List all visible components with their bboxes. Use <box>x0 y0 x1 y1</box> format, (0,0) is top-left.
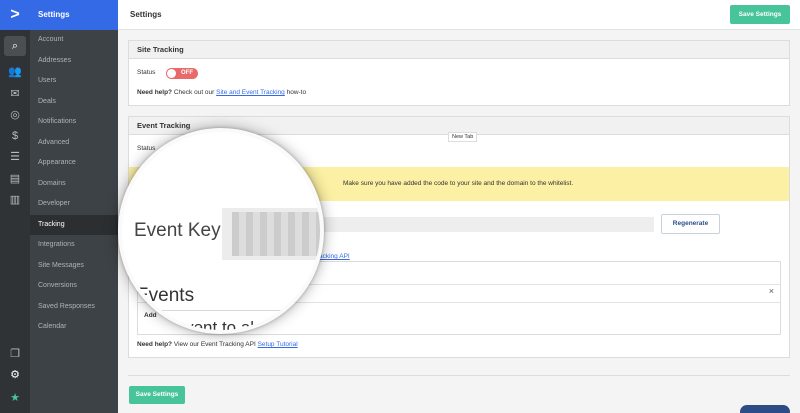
magnifier-overlay: Event Key Events an event to al <box>118 128 324 334</box>
automation-icon[interactable]: ◎ <box>0 105 30 125</box>
top-bar: Settings Save Settings <box>118 0 800 30</box>
status-label: Status <box>137 69 156 76</box>
event-key-field <box>324 217 654 232</box>
contacts-icon[interactable]: 👥 <box>0 62 30 82</box>
save-settings-button-bottom[interactable]: Save Settings <box>129 386 185 404</box>
star-icon[interactable]: ★ <box>0 388 30 408</box>
sidebar-item-advanced[interactable]: Advanced <box>30 133 118 154</box>
sidebar-item-deals[interactable]: Deals <box>30 92 118 113</box>
events-label: Events <box>136 285 195 306</box>
sidebar-item-addresses[interactable]: Addresses <box>30 51 118 72</box>
sidebar-item-users[interactable]: Users <box>30 71 118 92</box>
icon-rail: > ⌕ 👥 ✉ ◎ $ ☰ ▤ ▥ ❐ ⚙ ★ <box>0 0 30 413</box>
new-tab-tooltip: New Tab <box>448 132 478 142</box>
sidebar-item-saved-responses[interactable]: Saved Responses <box>30 297 118 318</box>
sidebar-header: Settings <box>30 0 118 30</box>
help-suffix: how-to <box>284 89 307 96</box>
sidebar-item-notifications[interactable]: Notifications <box>30 112 118 133</box>
search-icon[interactable]: ⌕ <box>4 36 26 56</box>
sidebar-item-appearance[interactable]: Appearance <box>30 153 118 174</box>
pages-icon[interactable]: ❐ <box>0 344 30 364</box>
help-text: Check out our <box>172 89 217 96</box>
forms-icon[interactable]: ▤ <box>0 169 30 189</box>
setup-tutorial-link[interactable]: Setup Tutorial <box>258 341 298 348</box>
regenerate-button[interactable]: Regenerate <box>661 214 720 234</box>
help-text: View our Event Tracking API <box>172 341 258 348</box>
sidebar-item-account[interactable]: Account <box>30 30 118 51</box>
status-label: Status <box>137 145 156 152</box>
sidebar-item-developer[interactable]: Developer <box>30 194 118 215</box>
site-tracking-help: Need help? Check out our Site and Event … <box>137 89 306 96</box>
event-tracking-api-link[interactable]: acking API <box>319 253 350 260</box>
list-icon[interactable]: ☰ <box>0 147 30 167</box>
settings-sidebar: Settings Account Addresses Users Deals N… <box>30 0 118 413</box>
site-tracking-toggle[interactable]: OFF <box>166 68 198 79</box>
footer-divider <box>128 375 790 376</box>
page-title: Settings <box>130 10 162 19</box>
site-tracking-panel: Site Tracking Status OFF Need help? Chec… <box>128 40 790 106</box>
sidebar-item-conversions[interactable]: Conversions <box>30 276 118 297</box>
reports-icon[interactable]: ▥ <box>0 190 30 210</box>
sidebar-item-integrations[interactable]: Integrations <box>30 235 118 256</box>
blurred-event-key <box>232 212 320 256</box>
events-divider-zoomed <box>122 310 320 311</box>
event-key-label: Event Key <box>134 220 221 241</box>
sidebar-item-domains[interactable]: Domains <box>30 174 118 195</box>
toggle-knob <box>167 69 176 78</box>
site-event-tracking-link[interactable]: Site and Event Tracking <box>216 89 285 96</box>
close-icon[interactable]: × <box>769 286 774 296</box>
sidebar-item-site-messages[interactable]: Site Messages <box>30 256 118 277</box>
sidebar-item-tracking[interactable]: Tracking <box>30 214 118 235</box>
save-settings-button[interactable]: Save Settings <box>730 5 790 24</box>
dollar-icon[interactable]: $ <box>0 126 30 146</box>
chat-widget[interactable] <box>740 405 790 413</box>
help-bold: Need help? <box>137 341 173 348</box>
sidebar-item-calendar[interactable]: Calendar <box>30 317 118 338</box>
gear-icon[interactable]: ⚙ <box>0 365 30 385</box>
toggle-text: OFF <box>181 70 193 76</box>
help-bold: Need help? <box>137 89 173 96</box>
event-tracking-help: Need help? View our Event Tracking API S… <box>137 341 298 348</box>
site-tracking-title: Site Tracking <box>129 41 789 59</box>
app-logo[interactable]: > <box>0 0 30 30</box>
mail-icon[interactable]: ✉ <box>0 84 30 104</box>
